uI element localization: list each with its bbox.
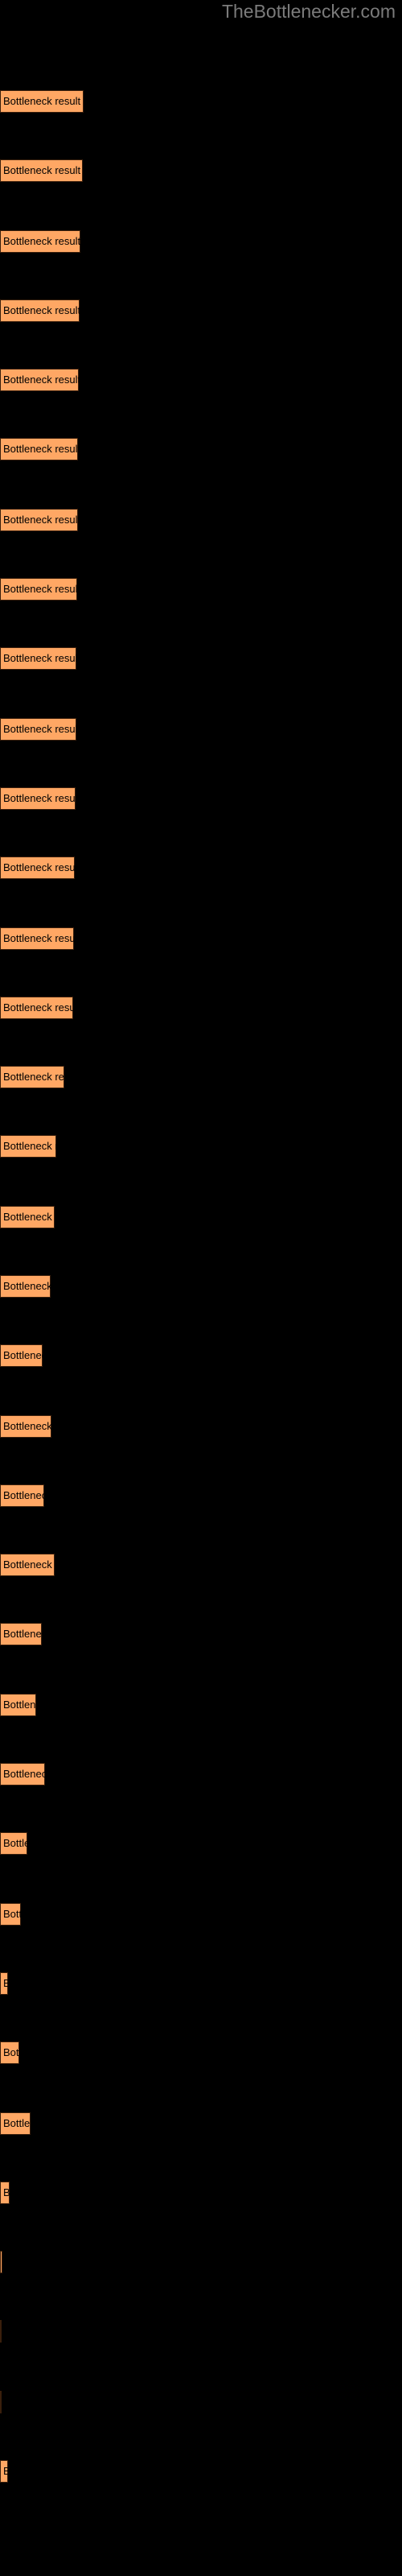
bar-label: Bottleneck result <box>3 1071 64 1083</box>
bar-label-clip: Bottleneck result <box>0 509 78 531</box>
bar-label-clip: Bottleneck result <box>0 2391 2 2413</box>
bar-label: Bottleneck result <box>3 723 76 735</box>
bar-label-clip: Bottleneck result <box>0 647 76 670</box>
bar-label-clip: Bottleneck result <box>0 1972 8 1995</box>
bar-label: Bottleneck result <box>3 304 80 316</box>
bar-label: Bottleneck result <box>3 1001 73 1013</box>
bar-label: Bottleneck result <box>3 2186 10 2198</box>
bar-label-clip: Bottleneck result <box>0 1623 42 1645</box>
bar-label-clip: Bottleneck result <box>0 369 79 391</box>
bar-label-clip: Bottleneck result <box>0 2460 8 2483</box>
bar-label: Bottleneck result <box>3 583 77 595</box>
bar-label-clip: Bottleneck result <box>0 997 73 1019</box>
bar-label-clip: Bottleneck result <box>0 2041 19 2064</box>
bar-label-clip: Bottleneck result <box>0 230 80 253</box>
bar-label: Bottleneck result <box>3 861 75 873</box>
bar-label-clip: Bottleneck result <box>0 1206 55 1228</box>
bar-label-clip: Bottleneck result <box>0 1344 43 1367</box>
bar-label-clip: Bottleneck result <box>0 1135 56 1158</box>
bar-label-clip: Bottleneck result <box>0 1832 27 1855</box>
bar-label: Bottleneck result <box>3 1977 8 1989</box>
bar-label: Bottleneck result <box>3 374 79 386</box>
bar-label-clip: Bottleneck result <box>0 2112 31 2135</box>
bar-label-clip: Bottleneck result <box>0 787 76 810</box>
bar-label: Bottleneck result <box>3 1140 56 1152</box>
bar-label: Bottleneck result <box>3 792 76 804</box>
bar-label: Bottleneck result <box>3 1211 55 1223</box>
bar-label-clip: Bottleneck result <box>0 1554 55 1576</box>
bar-label: Bottleneck result <box>3 652 76 664</box>
bar-label-clip: Bottleneck result <box>0 1484 44 1507</box>
bar-label-clip: Bottleneck result <box>0 438 78 460</box>
bar-label-clip: Bottleneck result <box>0 2320 2 2343</box>
bar-label-clip: Bottleneck result <box>0 1694 36 1716</box>
bar-label-clip: Bottleneck result <box>0 1066 64 1088</box>
bar-label-clip: Bottleneck result <box>0 857 75 879</box>
bar-label: Bottleneck result <box>3 1837 27 1849</box>
bar-label: Bottleneck result <box>3 1420 51 1432</box>
bar-label: Bottleneck result <box>3 1908 21 1920</box>
bar-label: Bottleneck result <box>3 164 81 176</box>
chart-root: TheBottlenecker.com Bottleneck result Bot… <box>0 0 402 2576</box>
bar-label-clip: Bottleneck result <box>0 927 74 950</box>
bar-label-clip: Bottleneck result <box>0 2182 10 2204</box>
bar-label-clip: Bottleneck result <box>0 2251 2 2273</box>
bar-label: Bottleneck result <box>3 932 74 944</box>
bar-label: Bottleneck result <box>3 95 81 107</box>
bar-label: Bottleneck result <box>3 1628 42 1640</box>
bar-label: Bottleneck result <box>3 1349 43 1361</box>
bar-label: Bottleneck result <box>3 1558 55 1571</box>
bar-label: Bottleneck result <box>3 2117 31 2129</box>
bar-label: Bottleneck result <box>3 1489 44 1501</box>
bar-label: Bottleneck result <box>3 443 78 455</box>
bar-label: Bottleneck result <box>3 1699 36 1711</box>
bar-label-clip: Bottleneck result <box>0 1903 21 1926</box>
bar-label: Bottleneck result <box>3 1280 51 1292</box>
bar-label-clip: Bottleneck result <box>0 299 80 322</box>
bar-label-clip: Bottleneck result <box>0 90 84 113</box>
bar-label: Bottleneck result <box>3 2046 19 2058</box>
bar-chart-plot-area: Bottleneck result Bottleneck result Bottle… <box>0 0 402 2576</box>
bar-label: Bottleneck result <box>3 1768 45 1780</box>
bar-label-clip: Bottleneck result <box>0 1275 51 1298</box>
bar-label-clip: Bottleneck result <box>0 718 76 741</box>
bar-label-clip: Bottleneck result <box>0 159 83 182</box>
bar-label-clip: Bottleneck result <box>0 578 77 601</box>
bar-label: Bottleneck result <box>3 514 78 526</box>
bar-label-clip: Bottleneck result <box>0 1415 51 1438</box>
bar-label: Bottleneck result <box>3 235 80 247</box>
bar-label-clip: Bottleneck result <box>0 1763 45 1785</box>
bar-label: Bottleneck result <box>3 2465 8 2477</box>
